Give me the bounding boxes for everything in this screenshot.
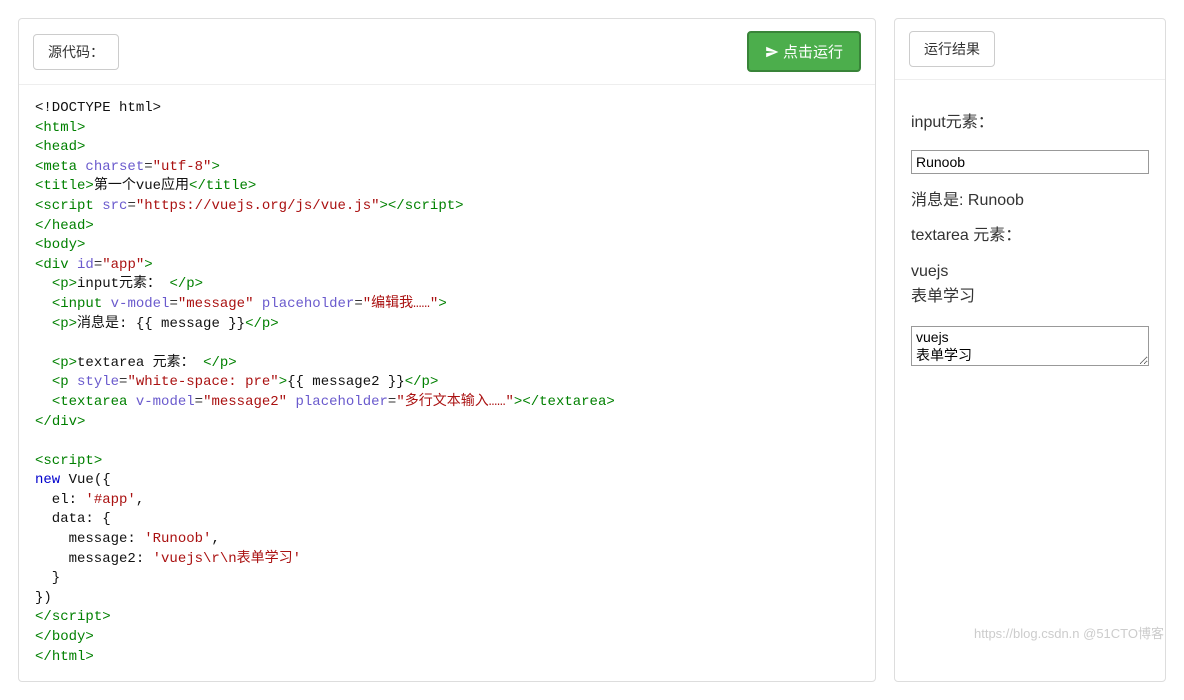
message-input[interactable] xyxy=(911,150,1149,174)
source-panel: 源代码： 点击运行 <!DOCTYPE html> <html> <head> … xyxy=(18,18,876,682)
code-line: <html> xyxy=(35,120,85,136)
code-line: <body> xyxy=(35,237,85,253)
result-body: input元素： 消息是: Runoob textarea 元素： vuejs … xyxy=(895,80,1165,395)
code-line: message: 'Runoob', xyxy=(35,531,220,547)
code-line: new Vue({ xyxy=(35,472,111,488)
code-line: <meta charset="utf-8"> xyxy=(35,159,220,175)
code-line: </body> xyxy=(35,629,94,645)
message-display: 消息是: Runoob xyxy=(911,188,1149,214)
code-line: <p>消息是: {{ message }}</p> xyxy=(35,316,279,332)
input-label: input元素： xyxy=(911,110,1149,136)
code-line: <p>input元素： </p> xyxy=(35,276,203,292)
code-line: </html> xyxy=(35,649,94,665)
code-line: data: { xyxy=(35,511,111,527)
code-line: </div> xyxy=(35,414,85,430)
run-button[interactable]: 点击运行 xyxy=(747,31,861,72)
code-line: </script> xyxy=(35,609,111,625)
watermark: https://blog.csdn.n @51CTO博客 xyxy=(974,623,1164,642)
code-line: <p>textarea 元素： </p> xyxy=(35,355,237,371)
code-line: el: '#app', xyxy=(35,492,144,508)
code-line: <div id="app"> xyxy=(35,257,153,273)
result-label-button[interactable]: 运行结果 xyxy=(909,31,995,67)
code-line: <p style="white-space: pre">{{ message2 … xyxy=(35,374,438,390)
code-line: }) xyxy=(35,590,52,606)
code-line: <input v-model="message" placeholder="编辑… xyxy=(35,296,447,312)
code-line: <script src="https://vuejs.org/js/vue.js… xyxy=(35,198,464,214)
code-line: <textarea v-model="message2" placeholder… xyxy=(35,394,615,410)
code-line: <title>第一个vue应用</title> xyxy=(35,178,256,194)
result-panel: 运行结果 input元素： 消息是: Runoob textarea 元素： v… xyxy=(894,18,1166,682)
message2-textarea[interactable]: vuejs 表单学习 xyxy=(911,326,1149,366)
run-button-label: 点击运行 xyxy=(783,41,843,62)
paper-plane-icon xyxy=(765,45,779,59)
code-editor[interactable]: <!DOCTYPE html> <html> <head> <meta char… xyxy=(19,85,875,681)
textarea-label: textarea 元素： xyxy=(911,223,1149,249)
code-line: } xyxy=(35,570,60,586)
code-line: message2: 'vuejs\r\n表单学习' xyxy=(35,551,301,567)
message2-display: vuejs 表单学习 xyxy=(911,259,1149,310)
source-label-button[interactable]: 源代码： xyxy=(33,34,119,70)
result-header: 运行结果 xyxy=(895,19,1165,80)
source-header: 源代码： 点击运行 xyxy=(19,19,875,85)
code-line: <head> xyxy=(35,139,85,155)
code-line: <!DOCTYPE html> xyxy=(35,100,161,116)
code-line: </head> xyxy=(35,218,94,234)
code-line: <script> xyxy=(35,453,102,469)
